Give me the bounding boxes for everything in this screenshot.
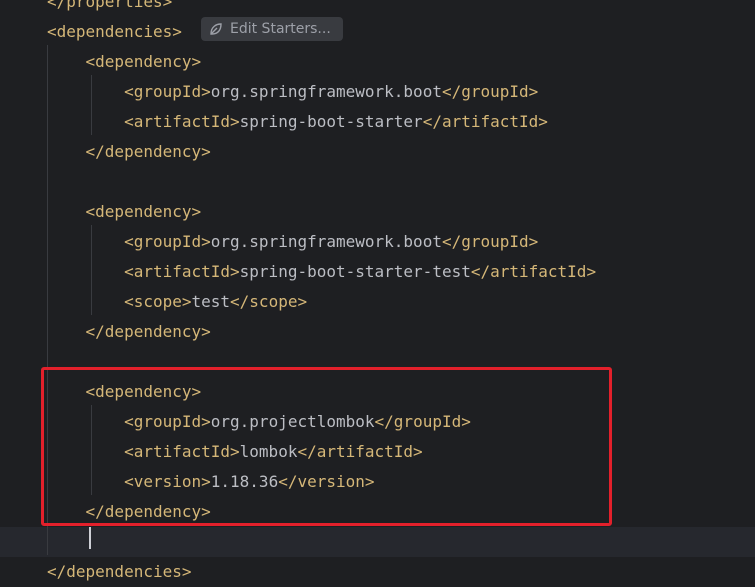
code-line[interactable]: <dependency> [0,197,755,227]
xml-open-tag: <groupId> [124,412,211,431]
code-line[interactable]: <groupId>org.springframework.boot</group… [0,77,755,107]
xml-value: org.projectlombok [210,412,375,431]
code-line[interactable]: <dependency> [0,47,755,77]
xml-value: org.springframework.boot [210,82,442,101]
code-line[interactable]: </dependency> [0,317,755,347]
code-line[interactable]: </properties> [0,0,755,17]
code-editor[interactable]: </properties> <dependencies> <dependency>… [0,0,755,587]
code-line[interactable]: <groupId>org.springframework.boot</group… [0,227,755,257]
xml-value: spring-boot-starter-test [239,262,471,281]
code-line[interactable]: </dependency> [0,137,755,167]
code-line[interactable]: <artifactId>spring-boot-starter</artifac… [0,107,755,137]
xml-value: org.springframework.boot [210,232,442,251]
xml-value: lombok [239,442,298,461]
xml-close-tag: </artifactId> [470,262,597,281]
spring-leaf-icon [210,23,222,35]
xml-open-tag: </dependency> [85,502,211,521]
code-line[interactable]: <groupId>org.projectlombok</groupId> [0,407,755,437]
code-line[interactable]: </dependencies> [0,557,755,587]
xml-close-tag: </version> [278,472,375,491]
xml-close-tag: </artifactId> [297,442,423,461]
indent-guide [91,225,92,315]
xml-open-tag: <artifactId> [124,262,240,281]
code-line[interactable] [0,347,755,377]
indent-guide [91,75,92,135]
xml-close-tag: </groupId> [374,412,471,431]
edit-starters-label: Edit Starters... [230,21,331,37]
xml-close-tag: </groupId> [441,82,539,101]
code-line[interactable]: <artifactId>lombok</artifactId> [0,437,755,467]
code-line[interactable]: <dependency> [0,377,755,407]
xml-open-tag: <scope> [124,292,192,311]
xml-open-tag: <version> [124,472,211,491]
code-line[interactable] [0,167,755,197]
xml-open-tag: <dependency> [85,52,202,71]
xml-close-tag: </scope> [230,292,308,311]
text-caret [89,527,91,549]
xml-close-tag: </groupId> [441,232,539,251]
edit-starters-button[interactable]: Edit Starters... [201,17,343,41]
xml-open-tag: </dependency> [85,322,211,341]
xml-open-tag: <dependency> [85,202,202,221]
code-line[interactable]: <version>1.18.36</version> [0,467,755,497]
code-line[interactable] [0,527,755,557]
code-line[interactable]: </dependency> [0,497,755,527]
xml-open-tag: <groupId> [124,82,211,101]
xml-open-tag: </dependency> [85,142,211,161]
xml-open-tag: <dependencies> [47,22,182,41]
indent-guide [91,405,92,495]
code-line[interactable]: <dependencies> [0,17,755,47]
xml-open-tag: </properties> [47,0,173,11]
xml-open-tag: </dependencies> [47,562,192,581]
xml-open-tag: <groupId> [124,232,211,251]
xml-value: 1.18.36 [210,472,279,491]
xml-open-tag: <dependency> [85,382,202,401]
indent-guide [47,45,48,555]
code-line[interactable]: <artifactId>spring-boot-starter-test</ar… [0,257,755,287]
code-line[interactable]: <scope>test</scope> [0,287,755,317]
xml-value: spring-boot-starter [239,112,423,131]
xml-open-tag: <artifactId> [124,112,240,131]
xml-close-tag: </artifactId> [422,112,548,131]
xml-value: test [191,292,231,311]
xml-open-tag: <artifactId> [124,442,240,461]
